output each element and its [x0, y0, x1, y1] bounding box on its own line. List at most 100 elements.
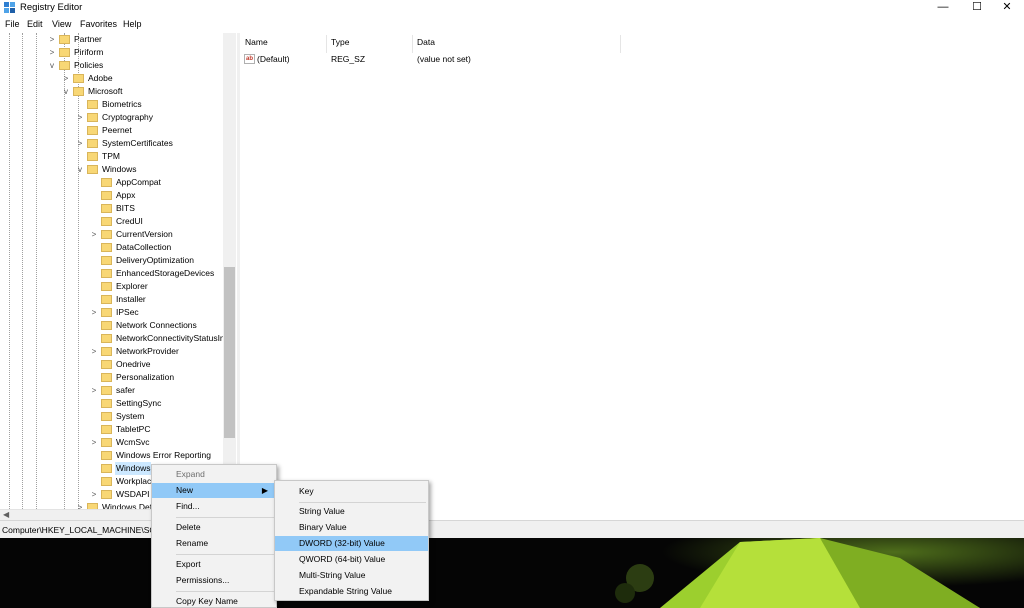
folder-icon	[101, 347, 112, 356]
submenu-item-qword-value[interactable]: QWORD (64-bit) Value	[275, 552, 428, 567]
menu-item-expand[interactable]: Expand	[152, 467, 276, 482]
folder-icon	[101, 282, 112, 291]
menu-item-new[interactable]: New ▶	[152, 483, 276, 498]
folder-icon	[101, 373, 112, 382]
folder-icon	[101, 399, 112, 408]
menu-item-find[interactable]: Find...	[152, 499, 276, 514]
folder-icon	[101, 243, 112, 252]
menu-separator	[299, 502, 426, 503]
folder-icon	[87, 139, 98, 148]
submenu-arrow-icon: ▶	[261, 486, 268, 495]
expand-chevron-icon[interactable]: >	[75, 501, 85, 509]
menu-favorites[interactable]: Favorites	[80, 19, 117, 29]
string-value-icon: ab	[244, 54, 255, 64]
window-title: Registry Editor	[20, 2, 83, 13]
folder-icon	[87, 113, 98, 122]
expand-chevron-icon[interactable]: >	[47, 46, 57, 59]
submenu-item-dword-value[interactable]: DWORD (32-bit) Value	[275, 536, 428, 551]
menu-item-delete[interactable]: Delete	[152, 520, 276, 535]
folder-icon	[101, 321, 112, 330]
values-list[interactable]: Name Type Data ab (Default) REG_SZ (valu…	[240, 33, 1024, 520]
column-header-data[interactable]: Data	[417, 37, 435, 47]
expand-chevron-icon[interactable]: >	[89, 384, 99, 397]
folder-icon	[101, 464, 112, 473]
folder-icon	[87, 152, 98, 161]
folder-icon	[101, 217, 112, 226]
folder-icon	[59, 35, 70, 44]
menu-bar: File Edit View Favorites Help	[0, 17, 1024, 32]
scroll-left-icon[interactable]: ◀	[3, 510, 9, 519]
tree-guide-line	[64, 33, 65, 509]
menu-item-copy-key-name[interactable]: Copy Key Name	[152, 594, 276, 608]
menu-item-export[interactable]: Export	[152, 557, 276, 572]
folder-icon	[101, 334, 112, 343]
title-bar: Registry Editor — ☐ ✕	[0, 0, 1024, 16]
folder-icon	[101, 295, 112, 304]
column-divider[interactable]	[620, 35, 621, 53]
registry-editor-icon	[4, 2, 15, 13]
submenu-item-string-value[interactable]: String Value	[275, 504, 428, 519]
expand-chevron-icon[interactable]: >	[89, 228, 99, 241]
tree-scroll-thumb[interactable]	[224, 267, 235, 438]
menu-edit[interactable]: Edit	[27, 19, 43, 29]
folder-icon	[101, 490, 112, 499]
tree-guide-line	[9, 33, 10, 509]
submenu-item-multi-string-value[interactable]: Multi-String Value	[275, 568, 428, 583]
menu-separator	[176, 554, 274, 555]
maximize-button[interactable]: ☐	[960, 0, 994, 14]
folder-icon	[101, 269, 112, 278]
expand-chevron-icon[interactable]: >	[61, 72, 71, 85]
tree-guide-line	[78, 33, 79, 509]
folder-icon	[101, 178, 112, 187]
value-name: (Default)	[257, 54, 290, 64]
menu-file[interactable]: File	[5, 19, 20, 29]
column-divider[interactable]	[412, 35, 413, 53]
folder-icon	[101, 451, 112, 460]
folder-icon	[101, 191, 112, 200]
expand-chevron-icon[interactable]: >	[89, 306, 99, 319]
folder-icon	[87, 100, 98, 109]
folder-icon	[59, 61, 70, 70]
column-header-name[interactable]: Name	[245, 37, 268, 47]
folder-icon	[101, 360, 112, 369]
menu-help[interactable]: Help	[123, 19, 142, 29]
key-path: Computer\HKEY_LOCAL_MACHINE\SO	[2, 525, 156, 535]
expand-chevron-icon[interactable]: >	[89, 345, 99, 358]
expand-chevron-icon[interactable]: >	[89, 436, 99, 449]
folder-icon	[59, 48, 70, 57]
submenu-item-binary-value[interactable]: Binary Value	[275, 520, 428, 535]
menu-item-permissions[interactable]: Permissions...	[152, 573, 276, 588]
folder-icon	[101, 425, 112, 434]
value-type: REG_SZ	[331, 54, 366, 64]
column-header-type[interactable]: Type	[331, 37, 349, 47]
folder-icon	[101, 386, 112, 395]
folder-icon	[101, 230, 112, 239]
expand-chevron-icon[interactable]: >	[47, 33, 57, 46]
minimize-button[interactable]: —	[926, 0, 960, 14]
collapse-chevron-icon[interactable]: v	[61, 85, 71, 98]
expand-chevron-icon[interactable]: >	[75, 137, 85, 150]
collapse-chevron-icon[interactable]: v	[47, 59, 57, 72]
menu-separator	[176, 591, 274, 592]
folder-icon	[101, 256, 112, 265]
menu-separator	[176, 517, 274, 518]
folder-icon	[101, 477, 112, 486]
menu-item-rename[interactable]: Rename	[152, 536, 276, 551]
context-menu: Expand New ▶ Find... Delete Rename Export…	[151, 464, 277, 608]
menu-view[interactable]: View	[52, 19, 71, 29]
value-data: (value not set)	[417, 54, 471, 64]
close-button[interactable]: ✕	[990, 0, 1024, 14]
tree-guide-line	[22, 33, 23, 509]
tree-guide-line	[36, 33, 37, 509]
folder-icon	[87, 165, 98, 174]
submenu-item-expandable-string-value[interactable]: Expandable String Value	[275, 584, 428, 599]
folder-icon	[73, 87, 84, 96]
expand-chevron-icon[interactable]: >	[89, 488, 99, 501]
folder-icon	[101, 438, 112, 447]
key-tree[interactable]: > Partner > Piriform v Policies > Adobe v Mic…	[0, 33, 237, 509]
column-divider[interactable]	[326, 35, 327, 53]
expand-chevron-icon[interactable]: >	[75, 111, 85, 124]
collapse-chevron-icon[interactable]: v	[75, 163, 85, 176]
new-submenu: Key String Value Binary Value DWORD (32-…	[274, 480, 429, 601]
submenu-item-key[interactable]: Key	[275, 484, 428, 499]
